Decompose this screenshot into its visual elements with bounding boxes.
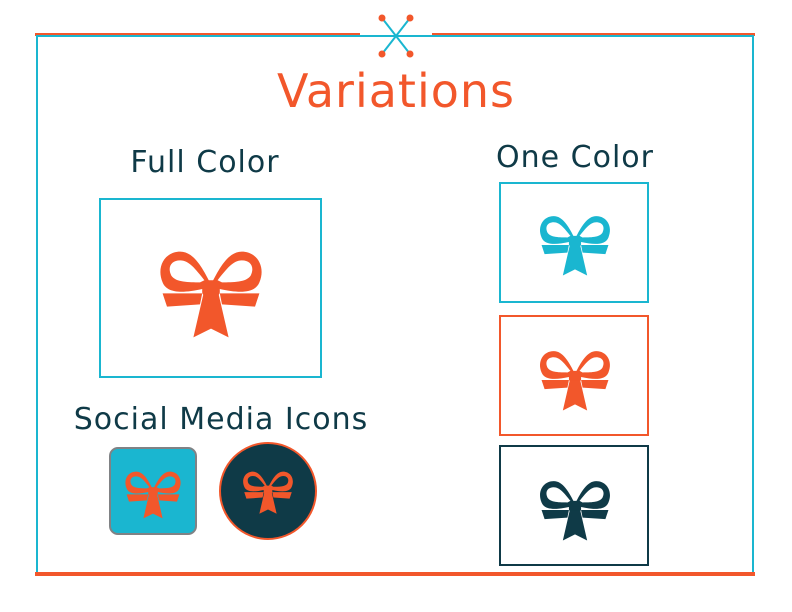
- social-media-icons-heading: Social Media Icons: [73, 402, 369, 437]
- one-color-cyan-box: [499, 182, 649, 303]
- bow-ribbon-icon: [537, 337, 613, 417]
- one-color-orange-box: [499, 315, 649, 436]
- full-color-logo-box: [99, 198, 322, 378]
- crossed-sticks-ornament-icon: [376, 12, 416, 60]
- bow-ribbon-icon: [156, 234, 266, 344]
- bow-ribbon-icon: [241, 460, 295, 520]
- social-icon-square: [109, 447, 197, 535]
- full-color-heading: Full Color: [130, 145, 280, 180]
- bow-ribbon-icon: [537, 202, 613, 282]
- bow-ribbon-icon: [537, 467, 613, 547]
- bow-ribbon-icon: [123, 459, 183, 525]
- bottom-rule: [35, 572, 755, 576]
- page-title: Variations: [276, 64, 516, 118]
- social-icon-circle: [219, 442, 317, 540]
- one-color-heading: One Color: [496, 140, 654, 175]
- one-color-dark-box: [499, 445, 649, 566]
